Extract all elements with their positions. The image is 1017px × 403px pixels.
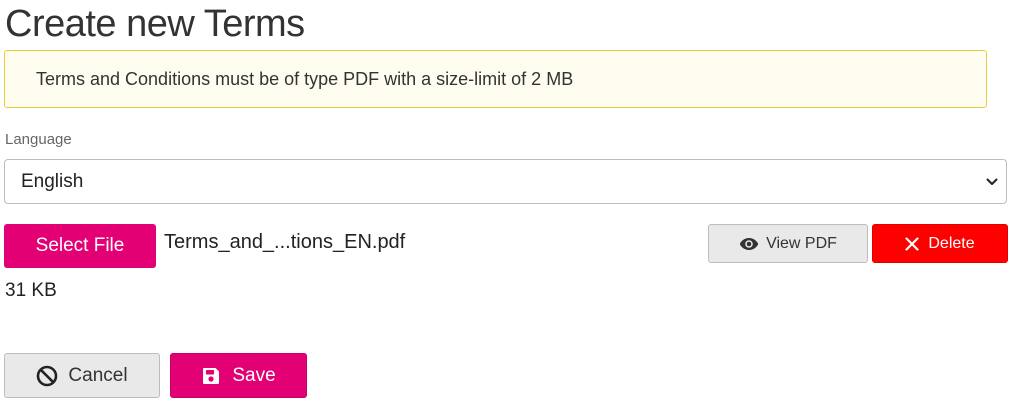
page-title: Create new Terms: [5, 3, 305, 45]
chevron-down-icon: [984, 160, 1000, 203]
cancel-label: Cancel: [68, 364, 128, 386]
save-button[interactable]: Save: [170, 353, 307, 398]
cancel-button[interactable]: Cancel: [4, 353, 160, 398]
view-pdf-button[interactable]: View PDF: [708, 224, 868, 263]
file-size: 31 KB: [5, 280, 57, 301]
language-label: Language: [5, 131, 72, 148]
save-label: Save: [232, 364, 276, 386]
view-pdf-label: View PDF: [766, 234, 837, 252]
create-terms-page: Create new Terms Terms and Conditions mu…: [0, 0, 1017, 403]
language-select[interactable]: English: [4, 159, 1007, 204]
close-icon: [905, 236, 919, 251]
delete-button[interactable]: Delete: [872, 224, 1008, 263]
file-name: Terms_and_...tions_EN.pdf: [164, 231, 406, 253]
select-file-button[interactable]: Select File: [4, 224, 156, 268]
eye-icon: [739, 237, 759, 250]
ban-icon: [37, 365, 58, 386]
info-notice: Terms and Conditions must be of type PDF…: [4, 50, 987, 108]
floppy-disk-icon: [203, 367, 220, 384]
select-file-label: Select File: [35, 235, 125, 256]
delete-label: Delete: [928, 234, 975, 252]
info-notice-text: Terms and Conditions must be of type PDF…: [36, 69, 574, 89]
language-select-value: English: [21, 171, 84, 192]
